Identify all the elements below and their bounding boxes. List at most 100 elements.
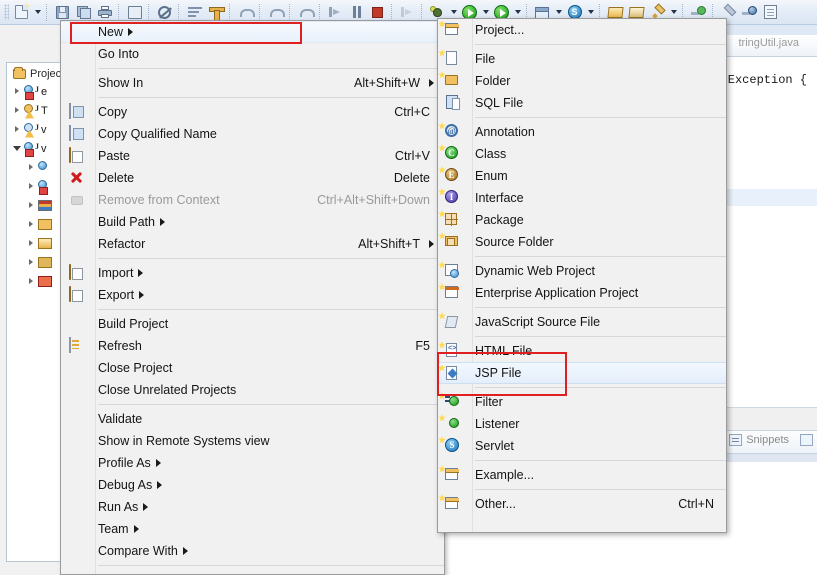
- toolbar-separator: [178, 3, 181, 21]
- java-web-project-icon: J: [24, 141, 39, 157]
- submenu-item-dynamic-web-project[interactable]: Dynamic Web Project: [438, 260, 726, 282]
- menu-item-run-as[interactable]: Run As: [61, 496, 444, 518]
- menu-item-show-in-remote-systems-view[interactable]: Show in Remote Systems view: [61, 430, 444, 452]
- menu-item-new[interactable]: New: [61, 21, 444, 43]
- java-web-project-icon: J: [24, 84, 39, 100]
- menu-item-debug-as[interactable]: Debug As: [61, 474, 444, 496]
- menu-item-team[interactable]: Team: [61, 518, 444, 540]
- submenu-item-listener[interactable]: Listener: [438, 413, 726, 435]
- menu-item-delete[interactable]: Delete Delete: [61, 167, 444, 189]
- chevron-down-icon[interactable]: [13, 144, 22, 153]
- export-icon: [69, 286, 86, 303]
- new-wizard-button[interactable]: [11, 2, 32, 23]
- project-explorer-panel: Projec Je JT Jv Jv: [6, 62, 68, 562]
- menu-item-import[interactable]: Import: [61, 262, 444, 284]
- menu-item-accelerator: Alt+Shift+W: [354, 76, 420, 90]
- submenu-item-jsp-file[interactable]: JSP File: [438, 362, 726, 384]
- tab-snippets[interactable]: Snippets: [729, 434, 789, 446]
- toolbar-gripper[interactable]: [4, 4, 9, 20]
- menu-item-label: Build Path: [98, 215, 155, 229]
- submenu-item-class[interactable]: C Class: [438, 143, 726, 165]
- submenu-item-javascript-source-file[interactable]: JavaScript Source File: [438, 311, 726, 333]
- menu-item-label: Refresh: [98, 339, 142, 353]
- new-submenu[interactable]: Project... File Folder SQL File @ Annota…: [437, 18, 727, 533]
- chevron-right-icon[interactable]: [27, 201, 36, 210]
- submenu-item-filter[interactable]: Filter: [438, 391, 726, 413]
- submenu-arrow-icon: [151, 459, 161, 467]
- menu-separator: [98, 97, 444, 98]
- chevron-right-icon[interactable]: [27, 182, 36, 191]
- submenu-item-annotation[interactable]: @ Annotation: [438, 121, 726, 143]
- submenu-item-html-file[interactable]: HTML File: [438, 340, 726, 362]
- menu-separator: [98, 68, 444, 69]
- menu-item-validate[interactable]: Validate: [61, 408, 444, 430]
- editor-tab-title[interactable]: tringUtil.java: [738, 37, 799, 49]
- menu-item-copy-qualified-name[interactable]: Copy Qualified Name: [61, 123, 444, 145]
- java-project-warning-icon: J: [24, 103, 39, 119]
- submenu-item-label: Annotation: [475, 125, 535, 139]
- annotate-button[interactable]: [739, 2, 760, 23]
- submenu-item-label: Interface: [475, 191, 524, 205]
- menu-item-accelerator: Ctrl+C: [394, 105, 430, 119]
- submenu-item-file[interactable]: File: [438, 48, 726, 70]
- submenu-arrow-icon: [138, 503, 148, 511]
- menu-item-label: New: [98, 25, 124, 39]
- new-dropdown-arrow[interactable]: [32, 2, 43, 23]
- project-tree[interactable]: Je JT Jv Jv: [7, 82, 68, 291]
- submenu-separator: [475, 44, 726, 45]
- menu-separator: [98, 404, 444, 405]
- chevron-right-icon[interactable]: [13, 125, 22, 134]
- submenu-item-servlet[interactable]: S Servlet: [438, 435, 726, 457]
- submenu-item-label: Servlet: [475, 439, 514, 453]
- show-view-button[interactable]: [760, 2, 781, 23]
- menu-item-profile-as[interactable]: Profile As: [61, 452, 444, 474]
- menu-item-label: Build Project: [98, 317, 169, 331]
- chevron-right-icon[interactable]: [27, 220, 36, 229]
- submenu-item-folder[interactable]: Folder: [438, 70, 726, 92]
- menu-separator: [98, 565, 444, 566]
- chevron-right-icon[interactable]: [27, 258, 36, 267]
- menu-item-close-unrelated-projects[interactable]: Close Unrelated Projects: [61, 379, 444, 401]
- servlet-icon: S: [438, 436, 463, 454]
- submenu-item-enterprise-application-project[interactable]: Enterprise Application Project: [438, 282, 726, 304]
- menu-item-build-project[interactable]: Build Project: [61, 313, 444, 335]
- submenu-item-label: SQL File: [475, 96, 524, 110]
- menu-item-close-project[interactable]: Close Project: [61, 357, 444, 379]
- chevron-right-icon[interactable]: [27, 163, 36, 172]
- menu-item-refactor[interactable]: Refactor Alt+Shift+T: [61, 233, 444, 255]
- menu-item-show-in[interactable]: Show In Alt+Shift+W: [61, 72, 444, 94]
- submenu-item-sql-file[interactable]: SQL File: [438, 92, 726, 114]
- tab-extra[interactable]: [800, 434, 813, 446]
- menu-item-compare-with[interactable]: Compare With: [61, 540, 444, 562]
- folder-icon: [38, 219, 52, 230]
- build-folder-icon: [38, 257, 52, 268]
- project-context-menu[interactable]: New Go Into Show In Alt+Shift+W Copy Ctr…: [60, 20, 445, 575]
- menu-item-copy[interactable]: Copy Ctrl+C: [61, 101, 444, 123]
- menu-item-refresh[interactable]: Refresh F5: [61, 335, 444, 357]
- submenu-item-label: JSP File: [475, 366, 522, 380]
- chevron-right-icon[interactable]: [27, 277, 36, 286]
- menu-item-export[interactable]: Export: [61, 284, 444, 306]
- chevron-right-icon[interactable]: [27, 239, 36, 248]
- submenu-item-label: Folder: [475, 74, 511, 88]
- submenu-item-enum[interactable]: E Enum: [438, 165, 726, 187]
- submenu-item-example[interactable]: Example...: [438, 464, 726, 486]
- submenu-item-project[interactable]: Project...: [438, 19, 726, 41]
- menu-item-accelerator: Ctrl+V: [394, 149, 430, 163]
- submenu-item-label: Enum: [475, 169, 508, 183]
- menu-item-label: Paste: [98, 149, 130, 163]
- menu-item-paste[interactable]: Paste Ctrl+V: [61, 145, 444, 167]
- submenu-item-source-folder[interactable]: Source Folder: [438, 231, 726, 253]
- submenu-item-other[interactable]: Other... Ctrl+N: [438, 493, 726, 515]
- menu-item-label: Close Unrelated Projects: [98, 383, 237, 397]
- chevron-right-icon[interactable]: [13, 87, 22, 96]
- submenu-arrow-icon: [152, 481, 162, 489]
- submenu-item-package[interactable]: Package: [438, 209, 726, 231]
- submenu-item-interface[interactable]: I Interface: [438, 187, 726, 209]
- chevron-right-icon[interactable]: [13, 106, 22, 115]
- menu-item-go-into[interactable]: Go Into: [61, 43, 444, 65]
- toolbar-separator: [391, 3, 394, 21]
- menu-item-label: Copy: [98, 105, 128, 119]
- menu-item-build-path[interactable]: Build Path: [61, 211, 444, 233]
- menu-item-accelerator: Delete: [393, 171, 430, 185]
